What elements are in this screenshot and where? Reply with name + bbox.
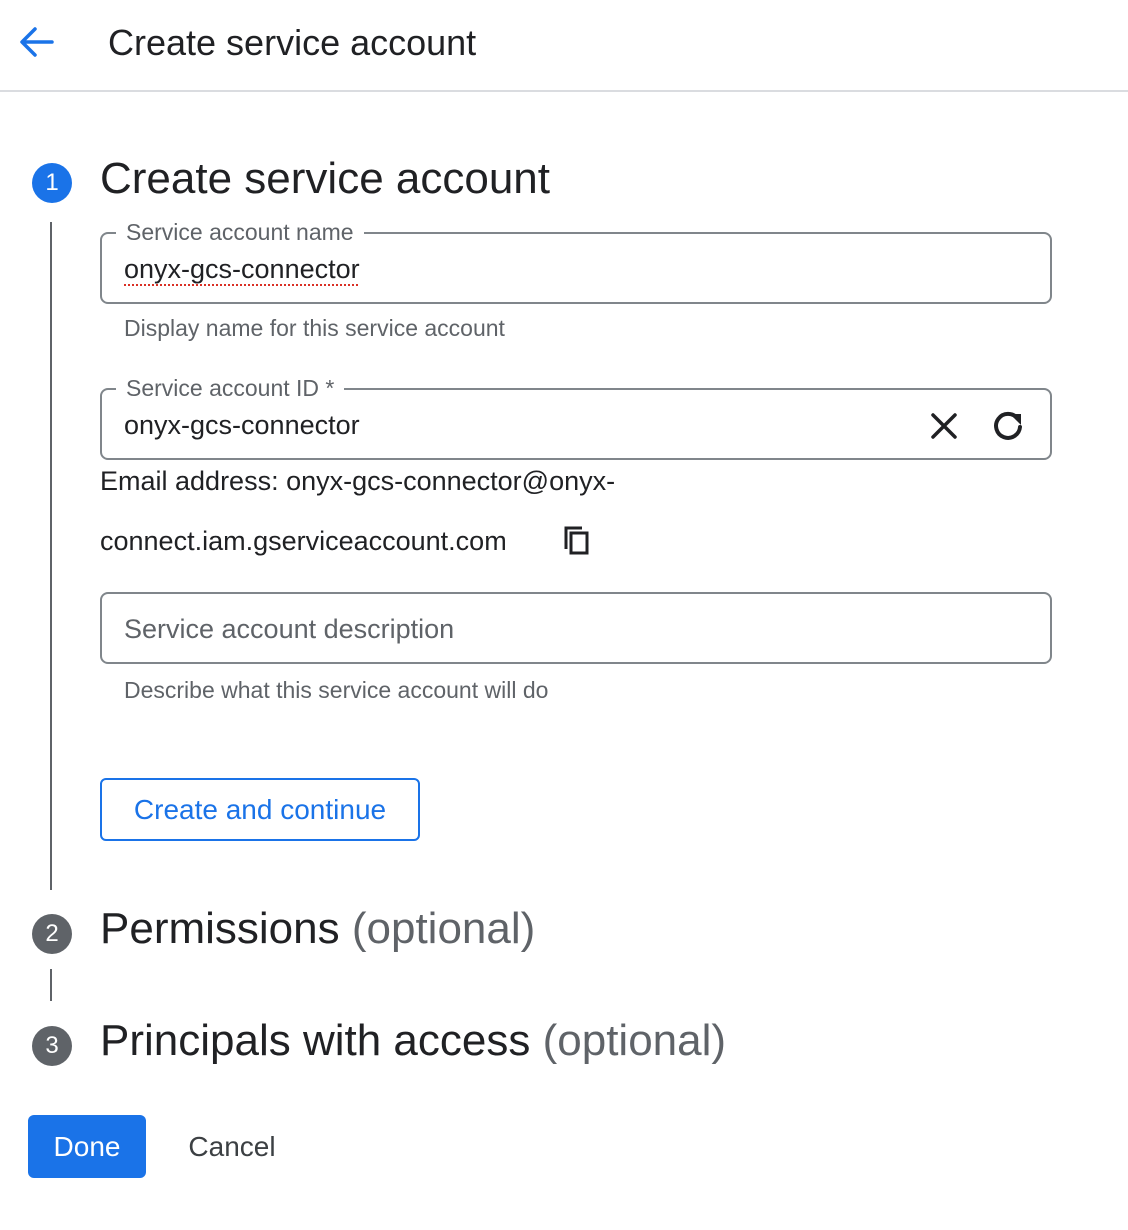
step-3-number: 3 [32, 1026, 72, 1066]
service-account-description-field[interactable]: Service account description [100, 592, 1052, 664]
step-connector-2 [50, 969, 52, 1001]
arrow-back-icon [20, 27, 54, 57]
regenerate-id-button[interactable] [986, 404, 1030, 448]
copy-email-button[interactable] [555, 519, 599, 563]
step-2-title-text: Permissions [100, 904, 340, 953]
service-account-name-label: Service account name [116, 217, 364, 247]
service-account-name-input[interactable]: onyx-gcs-connector [124, 252, 360, 286]
close-icon [931, 413, 957, 439]
copy-icon [564, 526, 589, 555]
step-1-number: 1 [32, 163, 72, 203]
back-button[interactable] [14, 20, 58, 64]
refresh-icon [994, 411, 1022, 440]
service-account-name-hint: Display name for this service account [124, 315, 505, 341]
service-account-name-field[interactable]: Service account name onyx-gcs-connector [100, 217, 1052, 304]
service-account-description-hint: Describe what this service account will … [124, 677, 549, 703]
step-1-title: Create service account [100, 152, 550, 206]
cancel-button[interactable]: Cancel [170, 1115, 294, 1178]
service-account-id-field[interactable]: Service account ID * onyx-gcs-connector [100, 373, 1052, 460]
step-3-title-text: Principals with access [100, 1016, 531, 1065]
service-account-id-label: Service account ID * [116, 373, 345, 403]
step-1-title-text: Create service account [100, 154, 550, 203]
step-3-title[interactable]: Principals with access (optional) [100, 1014, 726, 1068]
service-account-id-input[interactable]: onyx-gcs-connector [124, 408, 360, 442]
header-divider [0, 90, 1128, 92]
step-2-optional-label: (optional) [351, 904, 536, 953]
email-address-line2: connect.iam.gserviceaccount.com [100, 526, 507, 556]
create-and-continue-button[interactable]: Create and continue [100, 778, 420, 841]
done-button[interactable]: Done [28, 1115, 146, 1178]
email-address-line1: Email address: onyx-gcs-connector@onyx- [100, 466, 616, 496]
clear-id-button[interactable] [922, 404, 966, 448]
step-2-number: 2 [32, 914, 72, 954]
step-3-optional-label: (optional) [542, 1016, 727, 1065]
step-connector-1 [50, 222, 52, 890]
service-account-description-input[interactable]: Service account description [124, 612, 454, 646]
page-title: Create service account [108, 22, 477, 63]
step-2-title[interactable]: Permissions (optional) [100, 902, 535, 956]
